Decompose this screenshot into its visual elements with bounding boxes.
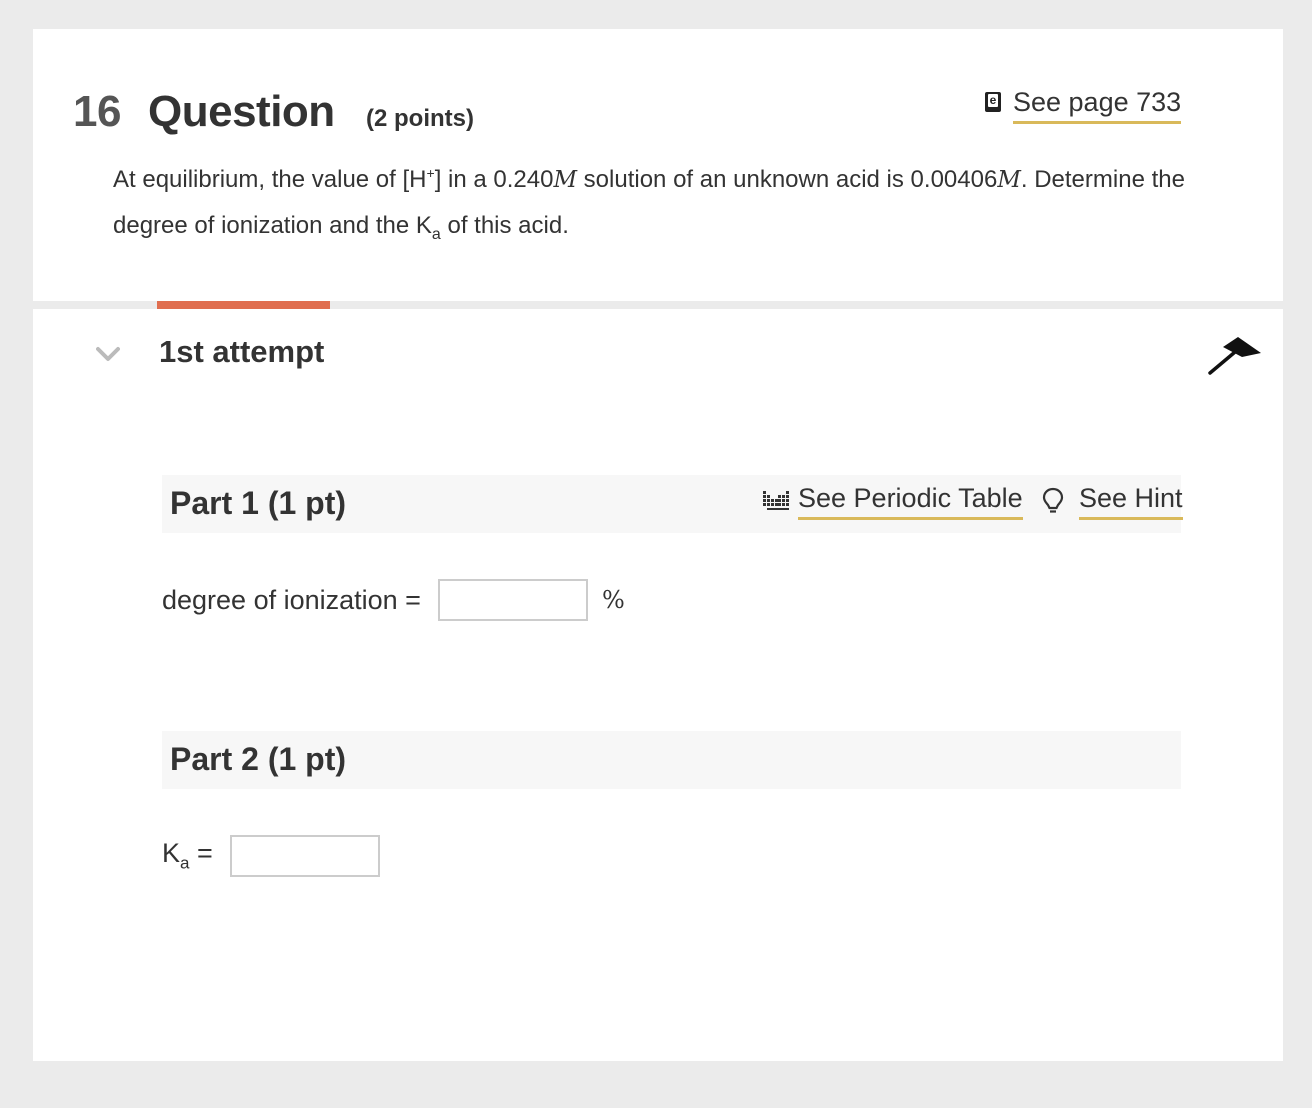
ka-row: Ka =: [162, 835, 380, 877]
ka-input[interactable]: [229, 835, 380, 877]
attempt-title: 1st attempt: [159, 334, 325, 369]
periodic-table-link[interactable]: See Periodic Table: [762, 483, 1023, 520]
see-page-label[interactable]: See page 733: [1013, 87, 1182, 124]
ka-label: Ka =: [162, 838, 213, 873]
question-points: (2 points): [366, 105, 474, 132]
lightbulb-icon: [1042, 487, 1064, 513]
hint-label[interactable]: See Hint: [1079, 483, 1183, 520]
question-number: 16: [73, 87, 121, 136]
part2-header: Part 2 (1 pt): [162, 731, 1181, 789]
attempt-progress-bar: [157, 301, 330, 309]
see-page-link[interactable]: e See page 733: [985, 87, 1182, 125]
question-label: Question: [148, 87, 335, 136]
periodic-table-icon: [763, 491, 789, 510]
question-card: 16 Question (2 points) e See page 733 At…: [33, 29, 1283, 301]
periodic-table-label[interactable]: See Periodic Table: [798, 483, 1023, 520]
degree-ionization-input[interactable]: [437, 579, 588, 621]
degree-ionization-label: degree of ionization =: [162, 584, 421, 615]
chevron-down-icon[interactable]: [96, 346, 120, 362]
part1-title: Part 1 (1 pt): [170, 485, 347, 521]
ebook-icon: e: [985, 92, 1001, 112]
hint-link[interactable]: See Hint: [1042, 483, 1183, 520]
degree-ionization-row: degree of ionization = %: [162, 579, 625, 621]
attempt-card: [33, 309, 1283, 1061]
part2-title: Part 2 (1 pt): [170, 741, 347, 777]
part1-header: Part 1 (1 pt) See Periodic Table See Hin…: [162, 475, 1183, 533]
percent-unit: %: [601, 586, 625, 614]
pin-icon[interactable]: [1207, 335, 1263, 377]
question-prompt: At equilibrium, the value of [H+] in a 0…: [113, 165, 1185, 243]
